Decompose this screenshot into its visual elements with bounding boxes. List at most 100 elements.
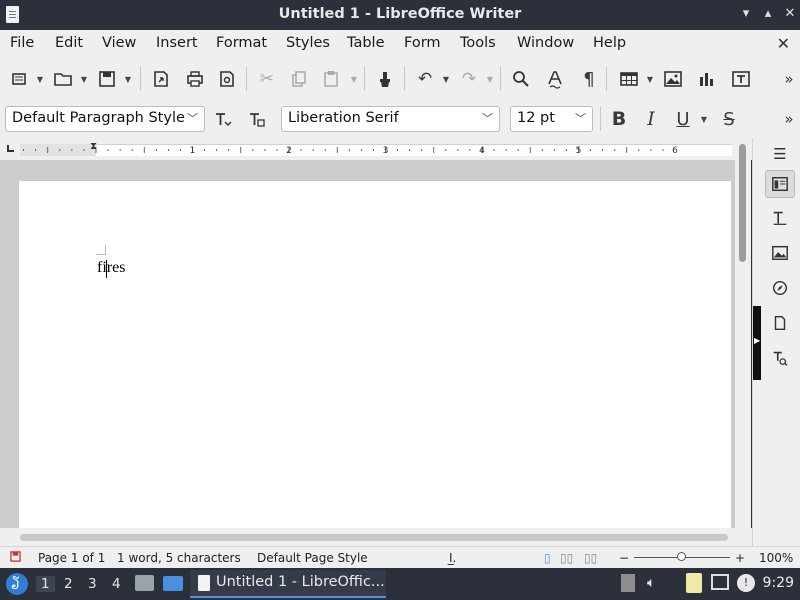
undo-dropdown-icon[interactable]: ▼ <box>442 68 450 90</box>
font-size-combo[interactable]: 12 pt ﹀ <box>510 106 593 132</box>
underline-dropdown-icon[interactable]: ▼ <box>700 108 708 130</box>
export-pdf-icon[interactable] <box>150 68 172 90</box>
tray-app-icon[interactable] <box>621 574 635 592</box>
italic-icon[interactable]: I <box>640 108 662 130</box>
styles-icon[interactable] <box>765 204 795 232</box>
save-icon[interactable] <box>96 68 118 90</box>
open-folder-icon[interactable] <box>52 68 74 90</box>
gallery-icon[interactable] <box>765 239 795 267</box>
manage-changes-icon[interactable] <box>765 344 795 372</box>
new-dropdown-icon[interactable]: ▼ <box>36 68 44 90</box>
horizontal-scroll-thumb[interactable] <box>20 534 728 541</box>
open-dropdown-icon[interactable]: ▼ <box>80 68 88 90</box>
underline-icon[interactable]: U <box>672 108 694 130</box>
print-preview-icon[interactable] <box>216 68 238 90</box>
separator <box>404 67 405 91</box>
show-desktop-icon[interactable] <box>163 576 183 591</box>
tab-type-icon[interactable] <box>7 145 14 152</box>
save-dropdown-icon[interactable]: ▼ <box>124 68 132 90</box>
redo-dropdown-icon[interactable]: ▼ <box>486 68 494 90</box>
paragraph-style-combo[interactable]: Default Paragraph Style ﹀ <box>5 106 205 132</box>
indent-marker-icon[interactable]: ⧗ <box>90 141 97 152</box>
insert-chart-icon[interactable] <box>696 68 718 90</box>
zoom-level[interactable]: 100% <box>759 551 793 565</box>
menu-form[interactable]: Form <box>404 35 441 51</box>
formatting-marks-icon[interactable]: ¶ <box>578 68 600 90</box>
copy-icon[interactable] <box>288 68 310 90</box>
table-dropdown-icon[interactable]: ▼ <box>646 68 654 90</box>
file-manager-icon[interactable] <box>135 575 154 591</box>
zoom-out-button[interactable]: − <box>619 551 629 565</box>
start-menu-icon[interactable]: ຽ <box>6 573 28 595</box>
strikethrough-icon[interactable]: S <box>718 108 740 130</box>
maximize-icon[interactable]: ▴ <box>760 6 776 22</box>
vertical-scroll-thumb[interactable] <box>739 144 746 262</box>
document-modified-icon[interactable] <box>10 551 21 565</box>
paste-icon[interactable] <box>320 68 342 90</box>
workspace-2[interactable]: 2 <box>64 576 73 592</box>
zoom-slider-handle[interactable] <box>677 552 686 561</box>
menu-tools[interactable]: Tools <box>460 35 496 51</box>
menu-styles[interactable]: Styles <box>286 35 330 51</box>
menu-edit[interactable]: Edit <box>55 35 83 51</box>
workspace-3[interactable]: 3 <box>88 576 97 592</box>
sidebar-collapse-handle[interactable]: ▶ <box>753 306 761 380</box>
insert-table-icon[interactable] <box>618 68 640 90</box>
undo-icon[interactable]: ↶ <box>414 68 436 90</box>
minimize-icon[interactable]: ▾ <box>738 6 754 22</box>
update-style-icon[interactable] <box>212 108 234 130</box>
close-document-icon[interactable]: ✕ <box>777 34 790 53</box>
sidebar-menu-icon[interactable]: ☰ <box>765 140 795 168</box>
separator <box>364 67 365 91</box>
volume-icon[interactable]: 🔈︎ <box>647 575 655 591</box>
page-icon[interactable] <box>765 309 795 337</box>
menu-view[interactable]: View <box>102 35 136 51</box>
document-page[interactable]: fires <box>19 181 731 528</box>
toolbar-overflow-icon[interactable]: » <box>778 68 800 90</box>
cut-icon[interactable]: ✂ <box>256 68 278 90</box>
document-text[interactable]: fires <box>97 259 125 277</box>
navigator-icon[interactable] <box>765 274 795 302</box>
taskbar-task-writer[interactable]: Untitled 1 - LibreOffic... <box>190 570 386 598</box>
menu-window[interactable]: Window <box>517 35 574 51</box>
menu-file[interactable]: File <box>10 35 34 51</box>
multi-page-view-icon[interactable]: ▯▯ <box>560 551 573 565</box>
redo-icon[interactable]: ↷ <box>458 68 480 90</box>
page-style[interactable]: Default Page Style <box>257 551 368 565</box>
workspace-1[interactable]: 1 <box>36 576 55 592</box>
horizontal-ruler[interactable]: 1 2 3 4 5 6 ⧗ <box>0 138 752 160</box>
properties-icon[interactable] <box>765 170 795 198</box>
clone-formatting-icon[interactable] <box>374 68 396 90</box>
spelling-icon[interactable] <box>544 68 566 90</box>
toolbar-overflow-icon[interactable]: » <box>778 108 800 130</box>
zoom-in-button[interactable]: + <box>735 551 745 565</box>
clipboard-icon[interactable] <box>686 573 702 593</box>
horizontal-scrollbar[interactable] <box>0 528 752 546</box>
text-cursor <box>106 260 107 278</box>
network-icon[interactable] <box>711 574 729 590</box>
text-selection-mode-icon[interactable]: I̲. <box>449 551 456 565</box>
document-area[interactable]: fires <box>0 160 735 528</box>
new-document-icon[interactable] <box>8 68 30 90</box>
vertical-scrollbar[interactable] <box>735 138 751 528</box>
word-count[interactable]: 1 word, 5 characters <box>117 551 241 565</box>
menu-help[interactable]: Help <box>593 35 626 51</box>
collapse-arrow-icon: ▶ <box>754 336 761 345</box>
insert-textbox-icon[interactable] <box>730 68 752 90</box>
font-name-combo[interactable]: Liberation Serif ﹀ <box>281 106 500 132</box>
find-replace-icon[interactable] <box>510 68 532 90</box>
print-icon[interactable] <box>184 68 206 90</box>
bold-icon[interactable]: B <box>608 108 630 130</box>
new-style-icon[interactable] <box>246 108 268 130</box>
updates-icon[interactable]: ! <box>737 574 755 592</box>
menu-insert[interactable]: Insert <box>156 35 198 51</box>
paste-dropdown-icon[interactable]: ▼ <box>350 68 358 90</box>
page-count[interactable]: Page 1 of 1 <box>38 551 105 565</box>
workspace-4[interactable]: 4 <box>112 576 121 592</box>
single-page-view-icon[interactable]: ▯ <box>544 551 551 565</box>
insert-image-icon[interactable] <box>662 68 684 90</box>
menu-table[interactable]: Table <box>347 35 385 51</box>
menu-format[interactable]: Format <box>216 35 267 51</box>
close-window-icon[interactable]: ✕ <box>782 6 798 22</box>
book-view-icon[interactable]: ▯▯ <box>584 551 597 565</box>
